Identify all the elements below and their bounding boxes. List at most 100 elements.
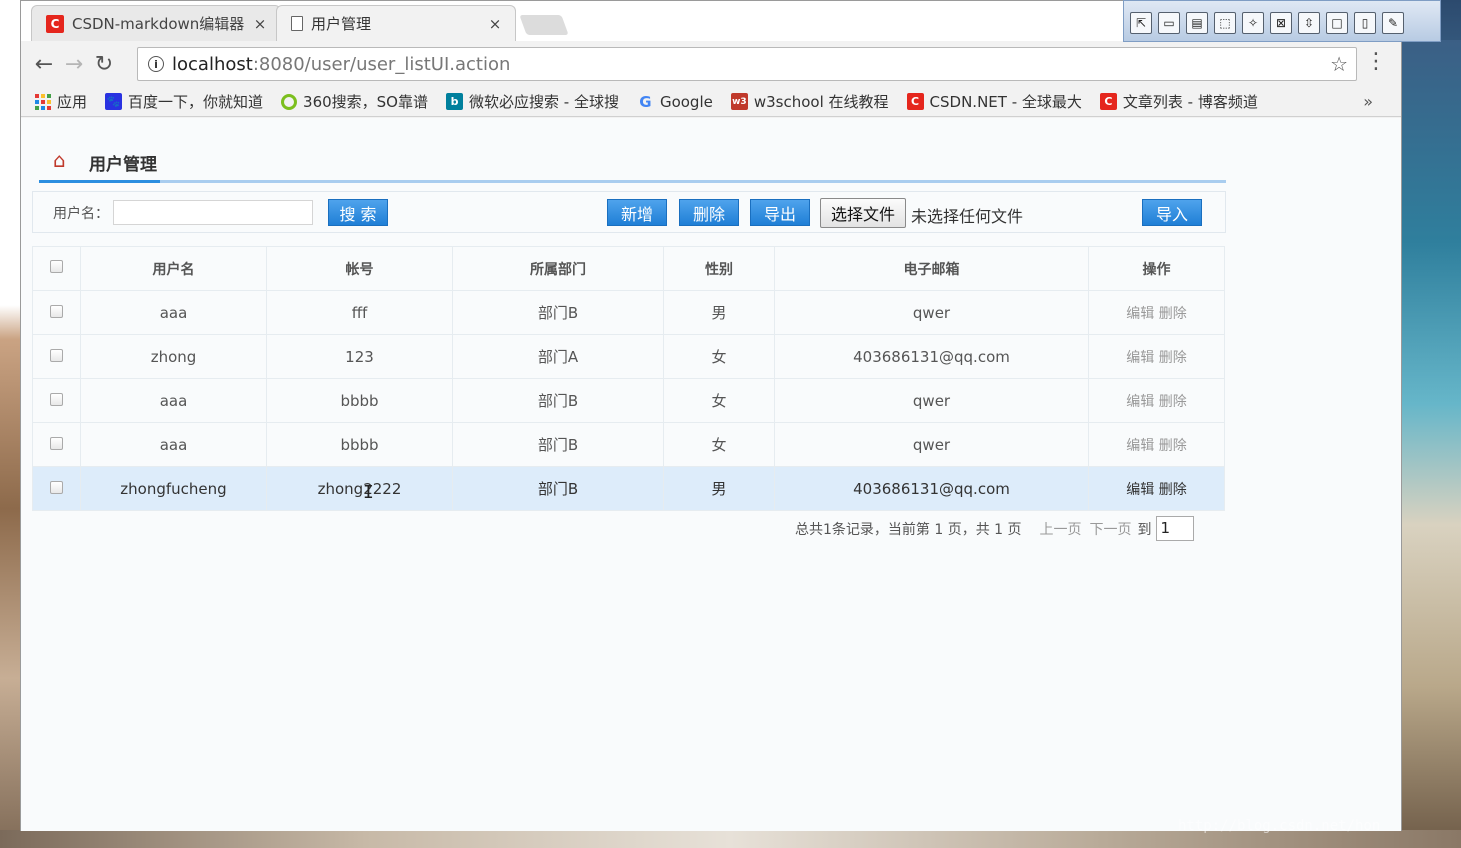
capture-region-icon[interactable]: ⬚ [1214,12,1236,34]
user-table: 用户名 帐号 所属部门 性别 电子邮箱 操作 aaa fff 部门B 男 qwer 编辑 … [32,246,1225,511]
bookmark-apps[interactable]: 应用 [35,91,87,112]
select-all-checkbox[interactable] [50,260,63,273]
cell-account: bbbb [266,422,453,467]
delete-link[interactable]: 删除 [1159,482,1187,498]
tab-close-icon[interactable]: × [252,15,268,33]
tab-user-management[interactable]: 用户管理 × [276,5,516,41]
delete-link[interactable]: 删除 [1159,306,1187,322]
bookmark-360[interactable]: 360搜索，SO靠谱 [281,91,428,112]
bookmark-blog-articles[interactable]: C 文章列表 - 博客频道 [1099,91,1258,112]
cell-email: 403686131@qq.com [774,466,1089,511]
tab-csdn-markdown[interactable]: C CSDN-markdown编辑器 × [31,5,281,41]
bookmark-google[interactable]: G Google [637,93,713,111]
cell-username: aaa [80,290,267,335]
browser-menu-icon[interactable]: ⋮ [1365,51,1387,73]
360-ring-icon [281,93,298,110]
search-button[interactable]: 搜 索 [328,199,388,226]
bookmark-label: 百度一下，你就知道 [128,93,264,111]
row-checkbox[interactable] [50,480,63,494]
bookmark-bing[interactable]: b 微软必应搜索 - 全球搜 [446,91,619,112]
csdn-icon: C [1099,93,1117,110]
cell-department: 部门B [452,422,664,467]
delete-button[interactable]: 删除 [679,199,739,226]
capture-settings-icon[interactable]: ✎ [1382,12,1404,34]
browser-window: C CSDN-markdown编辑器 × 用户管理 × ← → ↻ i loca… [20,0,1402,831]
page-header: ⌂ 用户管理 [39,148,1226,183]
page-content: ⌂ 用户管理 用户名： 搜 索 新增 删除 导出 选择文件 未选择任何文件 导入… [21,118,1401,831]
cell-email: 403686131@qq.com [774,334,1089,379]
new-tab-button[interactable] [519,15,569,35]
row-checkbox[interactable] [50,304,63,318]
select-all-cell [32,246,81,291]
capture-freehand-icon[interactable]: ✧ [1242,12,1264,34]
export-button[interactable]: 导出 [750,199,810,226]
csdn-icon: C [906,93,924,110]
info-icon[interactable]: i [148,56,164,72]
capture-page-icon[interactable]: ▤ [1186,12,1208,34]
row-checkbox-cell [32,422,81,467]
back-arrow-icon[interactable]: ← [29,49,59,79]
cell-department: 部门B [452,378,664,423]
bing-icon: b [446,93,463,110]
row-checkbox[interactable] [50,348,63,362]
bookmark-baidu[interactable]: 🐾 百度一下，你就知道 [105,91,263,112]
cell-account: 123 [266,334,453,379]
capture-video-icon[interactable]: ▯ [1354,12,1376,34]
bookmark-csdn[interactable]: C CSDN.NET - 全球最大 [906,91,1082,112]
bookmark-star-icon[interactable]: ☆ [1330,52,1348,76]
import-button[interactable]: 导入 [1142,199,1202,226]
bookmark-label: 应用 [57,93,88,111]
bookmark-label: w3school 在线教程 [753,93,889,111]
cell-account: zhong2222 [266,466,453,511]
prev-page-link[interactable]: 上一页 [1040,519,1082,539]
cell-gender: 女 [663,334,775,379]
page-number-input[interactable]: 1 [1155,516,1194,541]
bookmarks-overflow-icon[interactable]: » [1363,92,1373,111]
capture-window-icon[interactable]: ⇱ [1130,12,1152,34]
cell-email: qwer [774,290,1089,335]
cell-account: fff [266,290,453,335]
next-page-link[interactable]: 下一页 [1090,519,1132,539]
edit-link[interactable]: 编辑 [1126,306,1154,322]
capture-fullscreen-icon[interactable]: ▭ [1158,12,1180,34]
baidu-paw-icon: 🐾 [105,93,123,110]
cell-department: 部门A [452,334,664,379]
w3school-icon: w3 [730,93,748,110]
edit-link[interactable]: 编辑 [1126,438,1154,454]
capture-scroll-icon[interactable]: ⇳ [1298,12,1320,34]
choose-file-button[interactable]: 选择文件 [820,198,906,228]
cell-gender: 女 [663,422,775,467]
address-bar[interactable]: i localhost:8080/user/user_listUI.action… [137,47,1357,81]
username-search-input[interactable] [113,200,313,225]
add-button[interactable]: 新增 [607,199,667,226]
bookmark-label: 文章列表 - 博客频道 [1122,93,1258,111]
header-gender: 性别 [663,246,775,291]
tab-close-icon[interactable]: × [487,15,503,33]
edit-link[interactable]: 编辑 [1126,350,1154,366]
forward-arrow-icon[interactable]: → [59,49,89,79]
row-checkbox[interactable] [50,392,63,406]
page-title: 用户管理 [89,155,157,175]
bookmark-w3school[interactable]: w3 w3school 在线教程 [730,91,889,112]
delete-link[interactable]: 删除 [1159,394,1187,410]
cell-operations: 编辑 删除 [1088,334,1225,379]
reload-icon[interactable]: ↻ [89,49,119,79]
search-toolbar: 用户名： 搜 索 新增 删除 导出 选择文件 未选择任何文件 导入 [32,191,1226,233]
capture-rect-icon[interactable]: □ [1326,12,1348,34]
delete-link[interactable]: 删除 [1159,350,1187,366]
document-favicon-icon [291,16,303,31]
header-username: 用户名 [80,246,267,291]
url-path: :8080/user/user_listUI.action [252,53,511,75]
delete-link[interactable]: 删除 [1159,438,1187,454]
cell-email: qwer [774,378,1089,423]
bookmark-label: CSDN.NET - 全球最大 [929,93,1082,111]
cell-operations: 编辑 删除 [1088,466,1225,511]
edit-link[interactable]: 编辑 [1126,482,1154,498]
row-checkbox[interactable] [50,436,63,450]
cell-gender: 男 [663,290,775,335]
table-row: aaa bbbb 部门B 女 qwer 编辑 删除 [32,378,1225,423]
cell-operations: 编辑 删除 [1088,422,1225,467]
cell-username: zhong [80,334,267,379]
edit-link[interactable]: 编辑 [1126,394,1154,410]
capture-object-icon[interactable]: ⊠ [1270,12,1292,34]
